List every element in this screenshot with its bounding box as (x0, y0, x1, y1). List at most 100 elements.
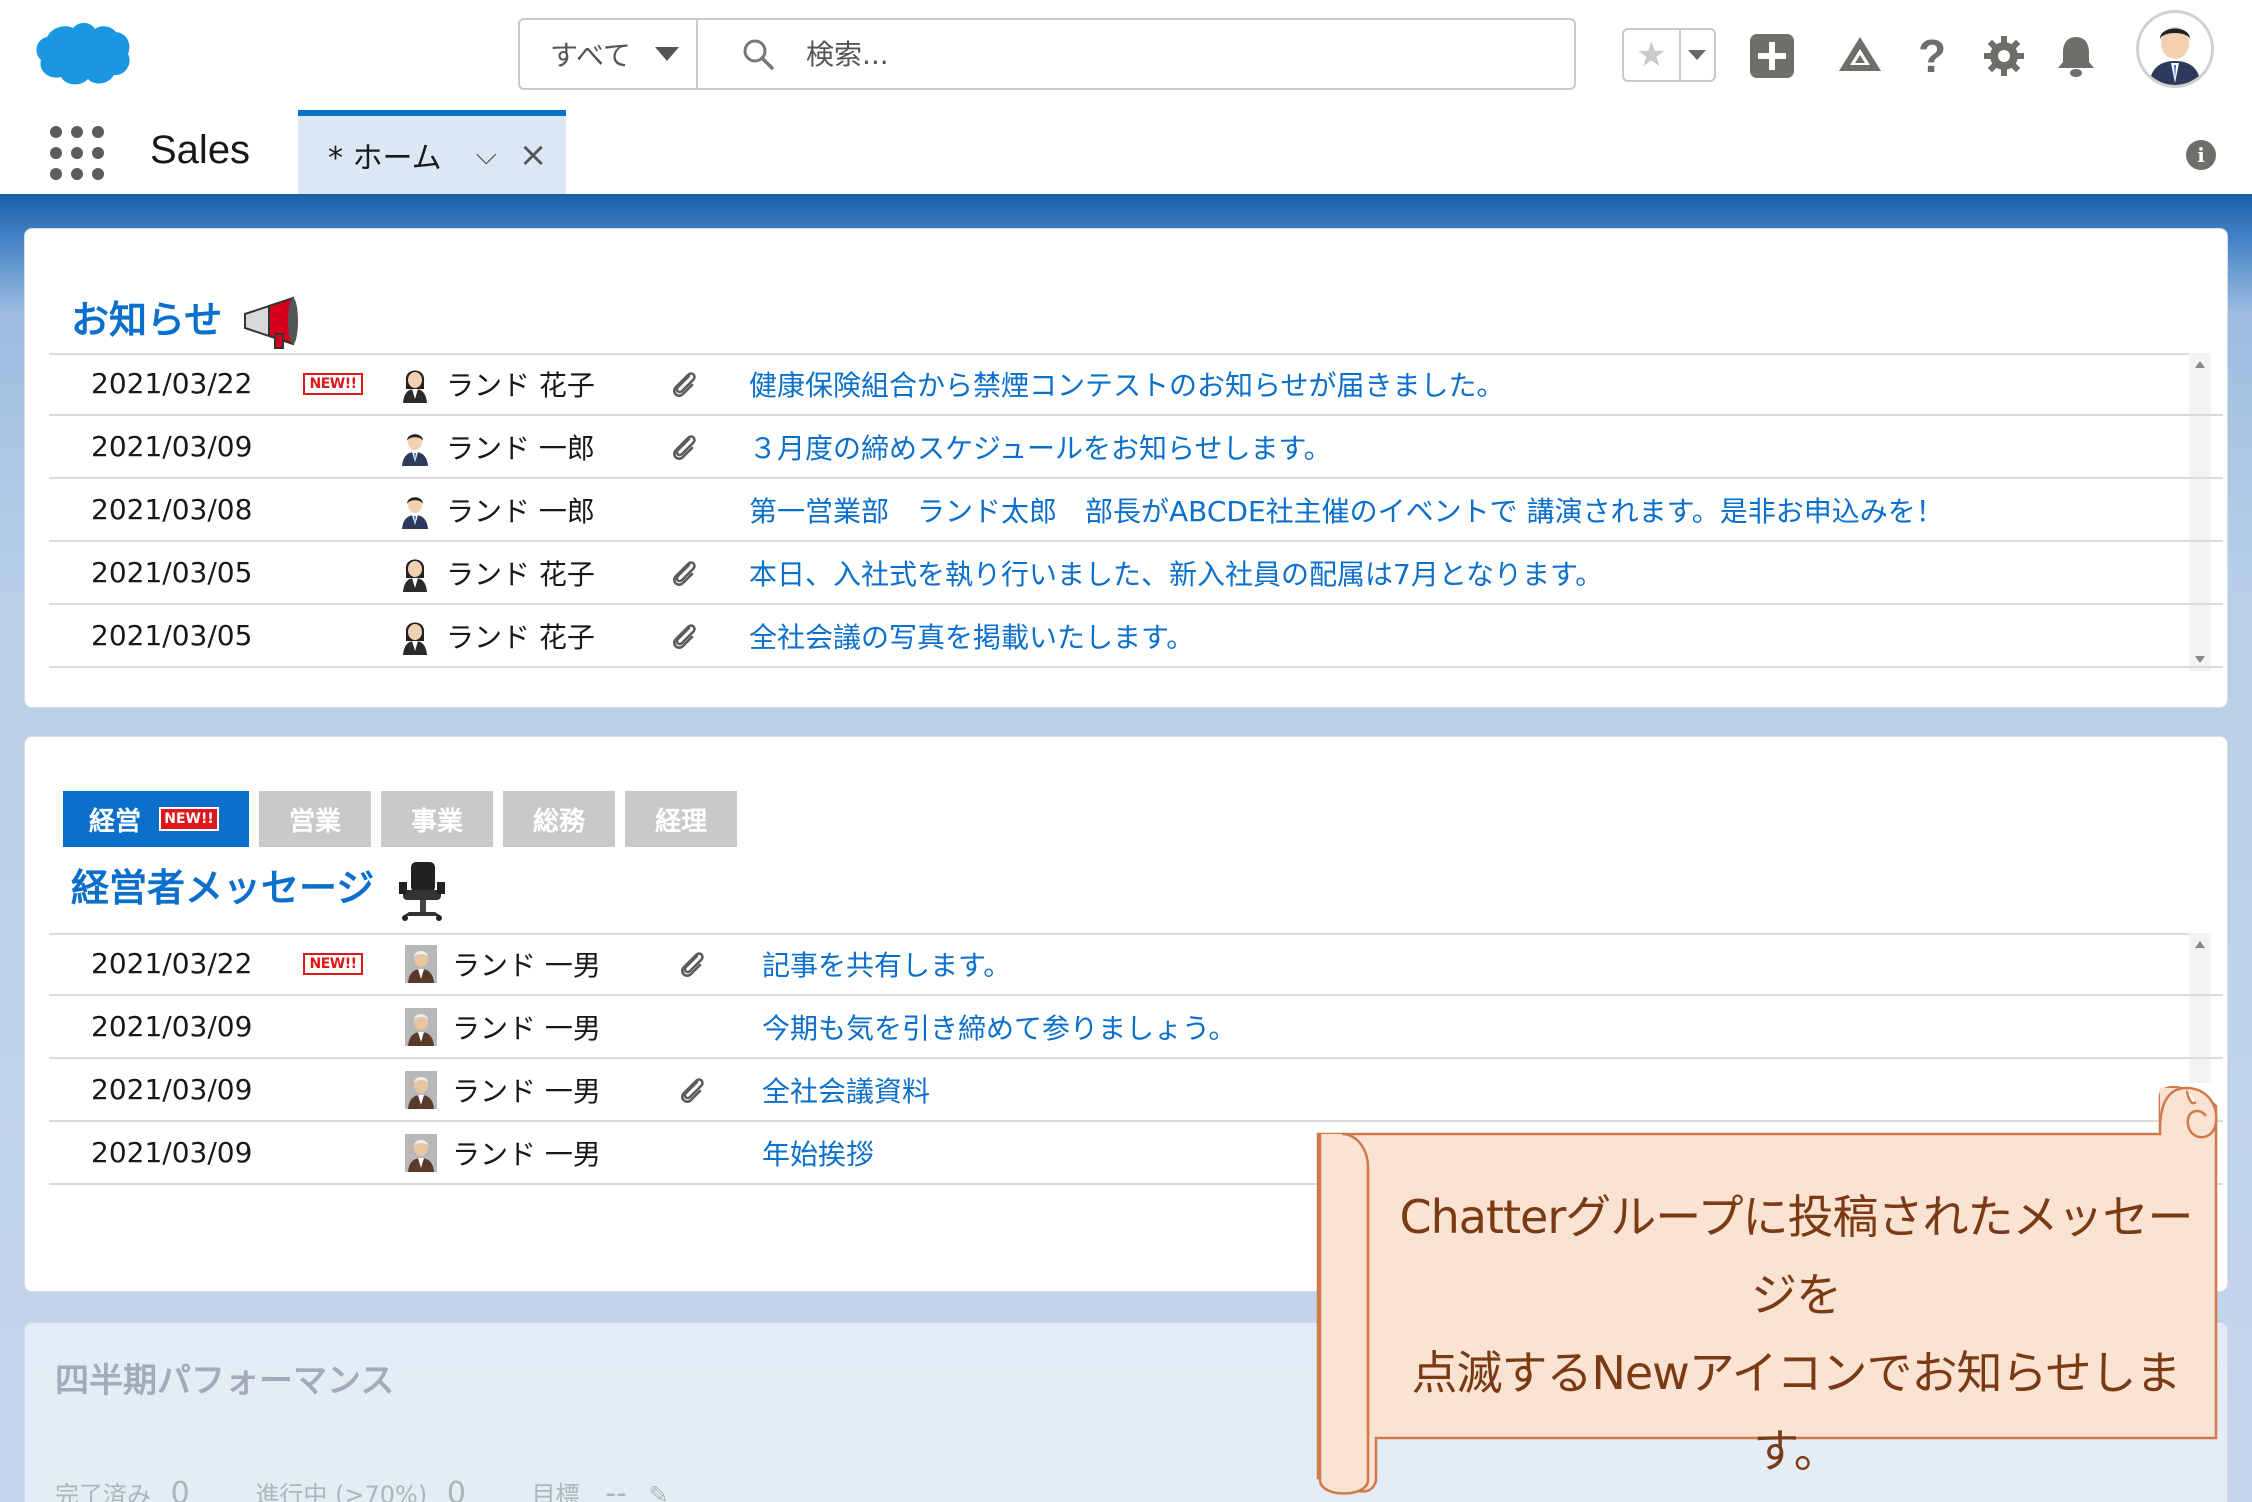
row-date: 2021/03/09 (91, 430, 253, 463)
row-subject-link[interactable]: 全社会議資料 (762, 1070, 930, 1110)
callout-scroll: Chatterグループに投稿されたメッセージを 点滅するNewアイコンでお知らせ… (1316, 1086, 2220, 1498)
list-row: 2021/03/05 ランド 花子 全社会議の写真を掲載いたします。 (49, 605, 2223, 668)
author-avatar-icon (405, 1133, 437, 1172)
list-row: 2021/03/05 ランド 花子 本日、入社式を執り行いました、新入社員の配属は7… (49, 542, 2223, 605)
search-scope-label: すべて (550, 39, 631, 72)
global-header: すべて ★ ? (0, 0, 2252, 110)
announcements-card: お知らせ 2021/03/22 NEW!! ランド 花子 健康保険組合から禁煙コンテス… (24, 228, 2228, 708)
attachment-clip-icon (667, 429, 703, 465)
app-name: Sales (150, 128, 251, 172)
tab-home-label: * ホーム (328, 141, 442, 176)
author-avatar-icon (399, 491, 431, 529)
list-row: 2021/03/08 ランド 一郎 第一営業部 ランド太郎 部長がABCDE社主催の… (49, 479, 2223, 542)
in-progress-value: 0 (446, 1476, 466, 1502)
row-date: 2021/03/05 (91, 619, 253, 652)
author-avatar-icon (399, 365, 431, 403)
favorites-dropdown-button[interactable] (1678, 30, 1714, 80)
list-row: 2021/03/09 ランド 一郎 ３月度の締めスケジュールをお知らせします。 (49, 416, 2223, 479)
chevron-down-icon (654, 47, 679, 61)
attachment-clip-icon (675, 946, 711, 982)
dept-tab-label: 経理 (655, 806, 708, 837)
search-scope-dropdown[interactable]: すべて (520, 20, 698, 88)
search-icon (743, 39, 774, 70)
row-author[interactable]: ランド 花子 (446, 553, 595, 593)
row-date: 2021/03/22 (91, 947, 253, 980)
dept-tab-label: 営業 (289, 806, 342, 837)
row-author[interactable]: ランド 花子 (446, 364, 595, 404)
announcements-list: 2021/03/22 NEW!! ランド 花子 健康保険組合から禁煙コンテストのお知ら… (49, 353, 2223, 671)
row-author[interactable]: ランド 一郎 (446, 490, 595, 530)
list-row: 2021/03/09 ランド 一男 今期も気を引き締めて参りましょう。 (49, 996, 2223, 1059)
tab-dept-4[interactable]: 経理 (625, 791, 738, 847)
app-navigation-bar: Sales * ホーム ⌵ × i (0, 110, 2252, 194)
attachment-clip-icon (667, 366, 703, 402)
office-chair-icon (399, 861, 446, 921)
goal-label: 目標 (531, 1481, 580, 1502)
quarterly-performance-title: 四半期パフォーマンス (55, 1361, 395, 1401)
row-date: 2021/03/08 (91, 493, 253, 526)
edit-pencil-icon[interactable]: ✎ (649, 1481, 669, 1502)
row-subject-link[interactable]: 本日、入社式を執り行いました、新入社員の配属は7月となります。 (749, 553, 1603, 593)
tab-dept-0[interactable]: 経営 NEW!! (63, 791, 250, 847)
tab-dept-2[interactable]: 事業 (381, 791, 494, 847)
department-tabs: 経営 NEW!! 営業 事業 総務 経理 (63, 791, 738, 847)
goal-value: -- (605, 1476, 627, 1502)
help-icon[interactable]: ? (1908, 30, 1956, 82)
row-subject-link[interactable]: ３月度の締めスケジュールをお知らせします。 (749, 427, 1332, 467)
row-author[interactable]: ランド 一男 (452, 1070, 601, 1110)
search-input[interactable] (806, 37, 1566, 71)
row-subject-link[interactable]: 第一営業部 ランド太郎 部長がABCDE社主催のイベントで 講演されます。是非お… (749, 490, 1944, 530)
performance-summary: 完了済み 0 進行中 (>70%) 0 目標 -- ✎ (55, 1475, 669, 1502)
row-date: 2021/03/09 (91, 1073, 253, 1106)
attachment-clip-icon (667, 555, 703, 591)
in-progress-label: 進行中 (>70%) (255, 1481, 428, 1502)
dept-tab-label: 総務 (533, 806, 586, 837)
callout-text: Chatterグループに投稿されたメッセージを 点滅するNewアイコンでお知らせ… (1386, 1178, 2206, 1490)
callout-line-1: Chatterグループに投稿されたメッセージを (1399, 1190, 2194, 1322)
row-subject-link[interactable]: 記事を共有します。 (762, 944, 1011, 984)
row-subject-link[interactable]: 全社会議の写真を掲載いたします。 (749, 616, 1194, 656)
row-author[interactable]: ランド 一男 (452, 1007, 601, 1047)
attachment-clip-icon (667, 618, 703, 654)
author-avatar-icon (399, 428, 431, 466)
row-date: 2021/03/09 (91, 1136, 253, 1169)
author-avatar-icon (405, 1070, 437, 1109)
favorites-control[interactable]: ★ (1622, 28, 1716, 82)
global-search[interactable]: すべて (518, 18, 1576, 90)
notification-bell-icon[interactable] (2052, 32, 2100, 80)
dept-tab-label: 経営 (89, 806, 142, 837)
megaphone-icon (244, 296, 299, 349)
tab-home[interactable]: * ホーム ⌵ × (298, 110, 566, 194)
row-subject-link[interactable]: 今期も気を引き締めて参りましょう。 (762, 1007, 1236, 1047)
row-date: 2021/03/09 (91, 1010, 253, 1043)
setup-gear-icon[interactable] (1980, 32, 2028, 80)
attachment-clip-icon (675, 1072, 711, 1108)
row-author[interactable]: ランド 一男 (452, 944, 601, 984)
chevron-down-icon (1688, 50, 1707, 60)
row-date: 2021/03/05 (91, 556, 253, 589)
salesforce-cloud-logo[interactable] (32, 20, 132, 88)
trailhead-icon[interactable] (1836, 32, 1884, 80)
author-avatar-icon (405, 944, 437, 983)
row-author[interactable]: ランド 花子 (446, 616, 595, 656)
user-avatar[interactable] (2136, 10, 2214, 88)
info-icon[interactable]: i (2186, 140, 2216, 170)
row-author[interactable]: ランド 一男 (452, 1133, 601, 1173)
list-row: 2021/03/22 NEW!! ランド 一男 記事を共有します。 (49, 933, 2223, 996)
app-launcher-icon[interactable] (50, 126, 104, 180)
department-messages-title: 経営者メッセージ (71, 857, 449, 922)
favorite-star-icon[interactable]: ★ (1624, 30, 1679, 80)
add-icon[interactable] (1748, 32, 1796, 80)
tab-dept-1[interactable]: 営業 (259, 791, 372, 847)
row-subject-link[interactable]: 健康保険組合から禁煙コンテストのお知らせが届きました。 (749, 364, 1504, 404)
tab-dept-3[interactable]: 総務 (503, 791, 616, 847)
list-row: 2021/03/22 NEW!! ランド 花子 健康保険組合から禁煙コンテストのお知ら… (49, 353, 2223, 416)
author-avatar-icon (399, 554, 431, 592)
author-avatar-icon (405, 1007, 437, 1046)
row-date: 2021/03/22 (91, 367, 253, 400)
new-badge: NEW!! (159, 807, 220, 831)
chevron-down-icon[interactable]: ⌵ (476, 138, 497, 172)
row-author[interactable]: ランド 一郎 (446, 427, 595, 467)
close-icon[interactable]: × (519, 135, 548, 175)
row-subject-link[interactable]: 年始挨拶 (762, 1133, 874, 1173)
